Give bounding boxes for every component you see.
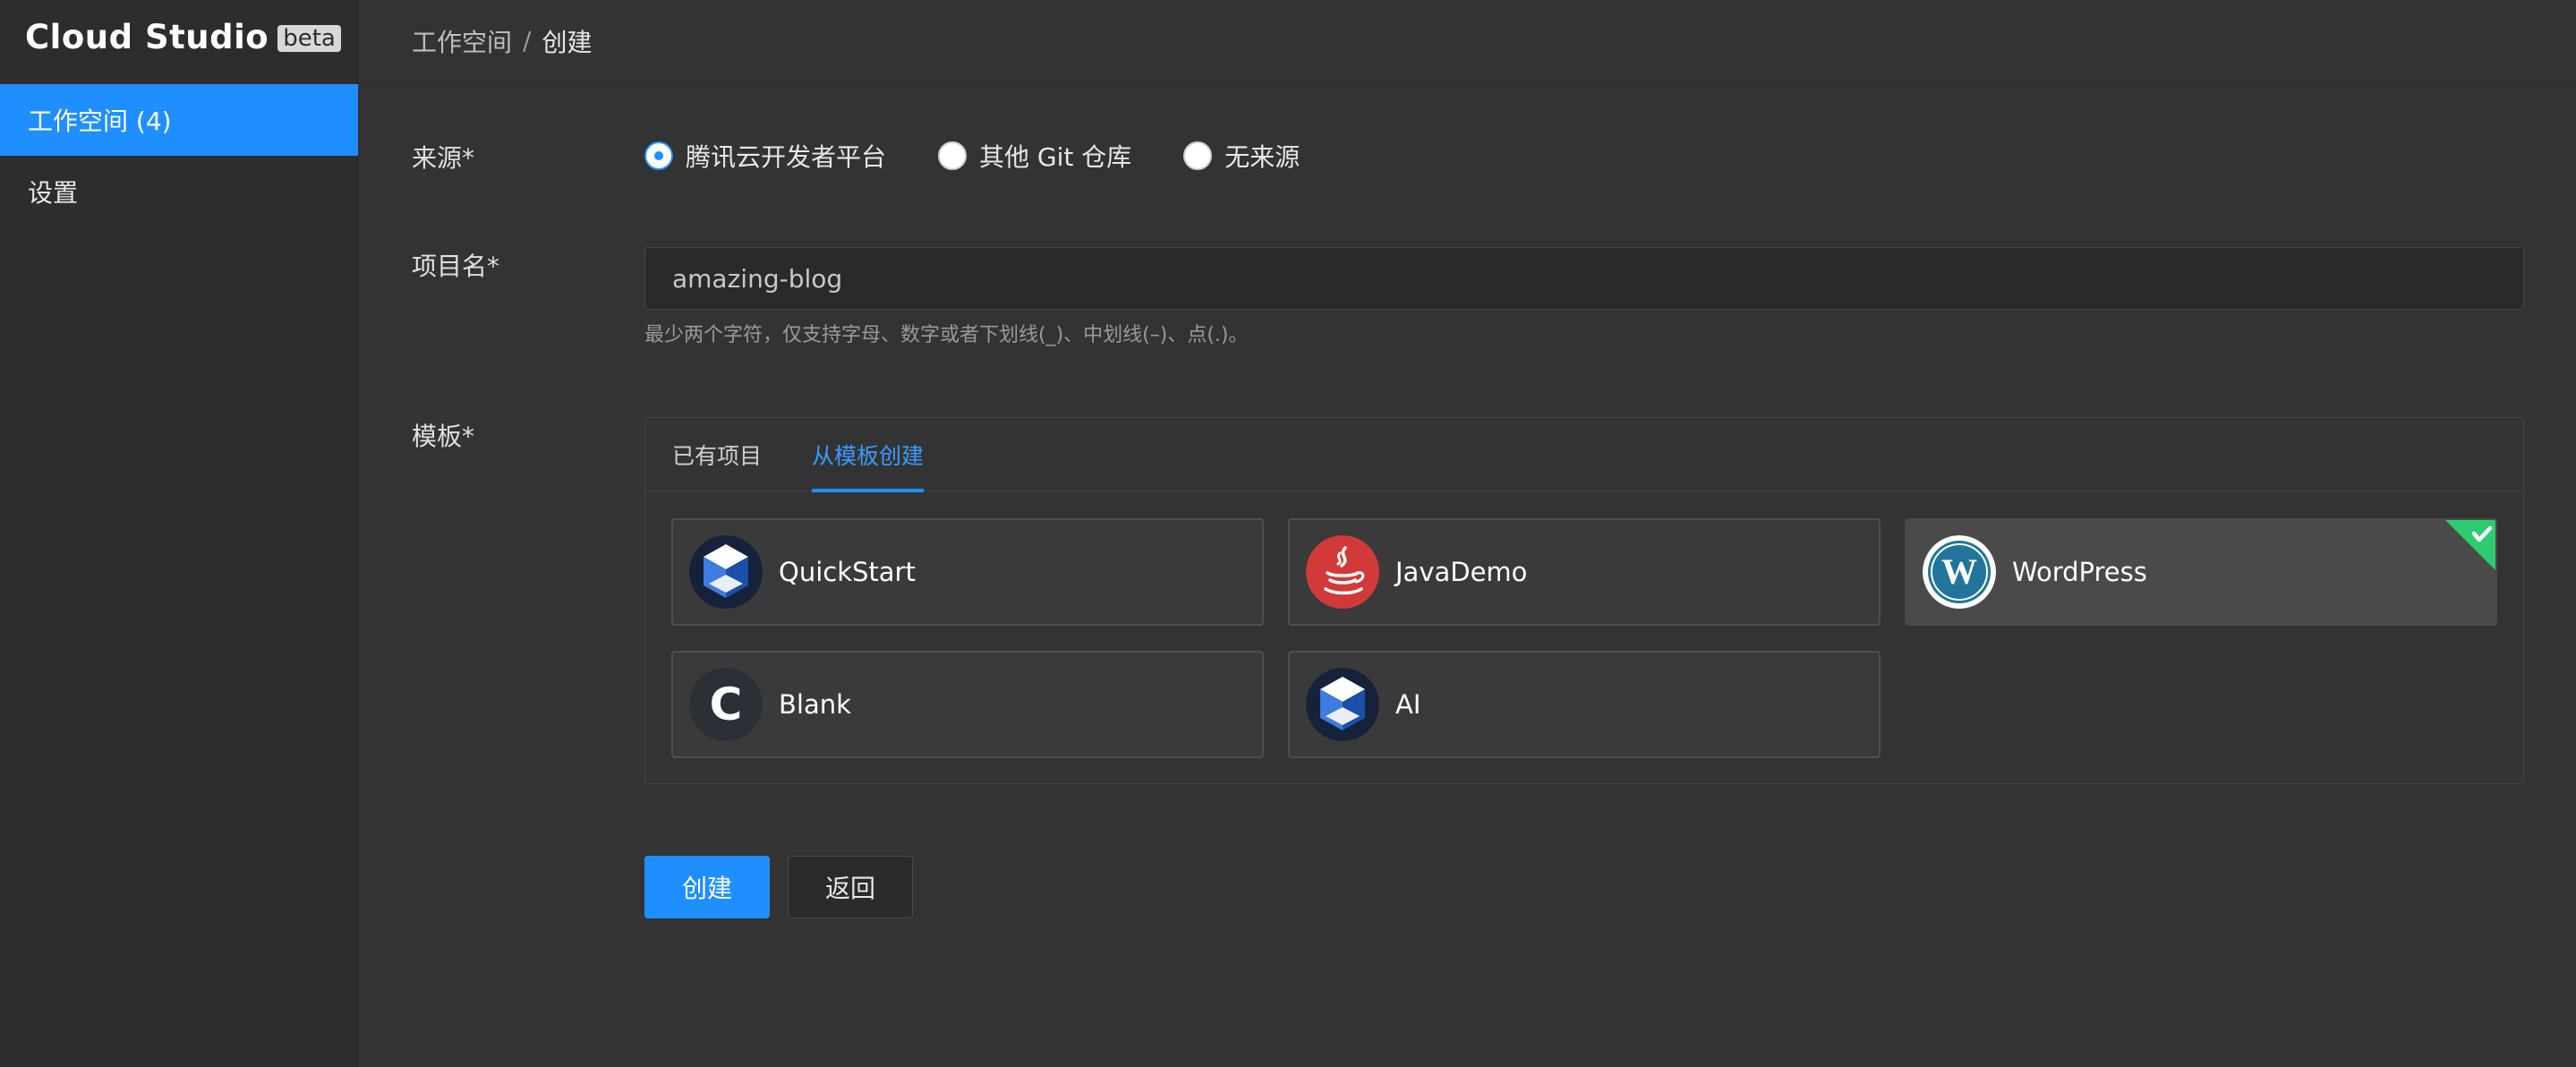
svg-text:C: C bbox=[710, 679, 743, 730]
cube-icon bbox=[1306, 668, 1379, 741]
template-card-label: AI bbox=[1395, 689, 1421, 720]
radio-unchecked-icon[interactable] bbox=[938, 141, 968, 170]
app-root: Cloud Studio beta 工作空间 (4) 设置 工作空间 / 创建 … bbox=[0, 0, 2576, 1067]
java-icon bbox=[1306, 535, 1379, 609]
template-card-quickstart[interactable]: QuickStart bbox=[671, 518, 1264, 626]
template-card-blank[interactable]: C Blank bbox=[671, 651, 1264, 758]
template-card-label: JavaDemo bbox=[1395, 557, 1528, 587]
source-option-tencent[interactable]: 腾讯云开发者平台 bbox=[644, 138, 886, 174]
selected-check-icon bbox=[2445, 520, 2495, 570]
template-card-javademo[interactable]: JavaDemo bbox=[1288, 518, 1881, 626]
source-label: 来源* bbox=[412, 143, 475, 173]
source-option-other-git[interactable]: 其他 Git 仓库 bbox=[938, 138, 1131, 174]
template-panel: 已有项目 从模板创建 QuickStart JavaDemo W WordPre… bbox=[644, 417, 2524, 784]
template-card-label: QuickStart bbox=[779, 557, 916, 587]
tab-label: 从模板创建 bbox=[812, 443, 925, 469]
project-name-hint: 最少两个字符，仅支持字母、数字或者下划线(_)、中划线(–)、点(.)。 bbox=[644, 324, 1249, 346]
sidebar-item-label: 工作空间 (4) bbox=[28, 107, 172, 136]
source-radio-group: 腾讯云开发者平台 其他 Git 仓库 无来源 bbox=[644, 134, 1352, 177]
letter-c-icon: C bbox=[689, 668, 763, 741]
wordpress-icon: W bbox=[1923, 535, 1996, 609]
radio-label: 无来源 bbox=[1224, 142, 1301, 172]
template-label: 模板* bbox=[412, 422, 475, 451]
breadcrumb: 工作空间 / 创建 bbox=[358, 0, 2576, 82]
template-card-label: Blank bbox=[779, 689, 851, 720]
svg-text:W: W bbox=[1941, 551, 1977, 592]
radio-checked-icon[interactable] bbox=[644, 141, 673, 170]
template-card-wordpress[interactable]: W WordPress bbox=[1905, 518, 2497, 626]
sidebar: Cloud Studio beta 工作空间 (4) 设置 bbox=[0, 0, 358, 1067]
template-card-label: WordPress bbox=[2012, 557, 2147, 587]
beta-badge: beta bbox=[277, 25, 341, 52]
breadcrumb-parent-link[interactable]: 工作空间 bbox=[412, 23, 512, 59]
radio-unchecked-icon[interactable] bbox=[1183, 141, 1213, 170]
sidebar-item-label: 设置 bbox=[28, 178, 79, 208]
logo[interactable]: Cloud Studio beta bbox=[25, 16, 341, 57]
create-button[interactable]: 创建 bbox=[644, 856, 770, 918]
project-name-input[interactable] bbox=[644, 247, 2524, 310]
template-card-ai[interactable]: AI bbox=[1288, 651, 1881, 758]
cube-icon bbox=[689, 535, 763, 609]
brand-name: Cloud Studio bbox=[25, 17, 269, 56]
tab-label: 已有项目 bbox=[672, 443, 763, 469]
source-option-none[interactable]: 无来源 bbox=[1183, 138, 1300, 174]
back-button[interactable]: 返回 bbox=[788, 856, 913, 918]
radio-label: 其他 Git 仓库 bbox=[979, 142, 1132, 172]
sidebar-item-workspaces[interactable]: 工作空间 (4) bbox=[0, 84, 358, 156]
project-name-label: 项目名* bbox=[412, 252, 500, 281]
tab-existing-projects[interactable]: 已有项目 bbox=[672, 418, 762, 491]
template-tabs: 已有项目 从模板创建 bbox=[645, 418, 2523, 492]
radio-label: 腾讯云开发者平台 bbox=[686, 142, 887, 172]
tab-from-template[interactable]: 从模板创建 bbox=[812, 418, 925, 492]
active-tab-indicator bbox=[812, 489, 925, 492]
breadcrumb-current: 创建 bbox=[542, 27, 593, 57]
breadcrumb-separator: / bbox=[523, 26, 532, 55]
sidebar-item-settings[interactable]: 设置 bbox=[0, 156, 358, 227]
